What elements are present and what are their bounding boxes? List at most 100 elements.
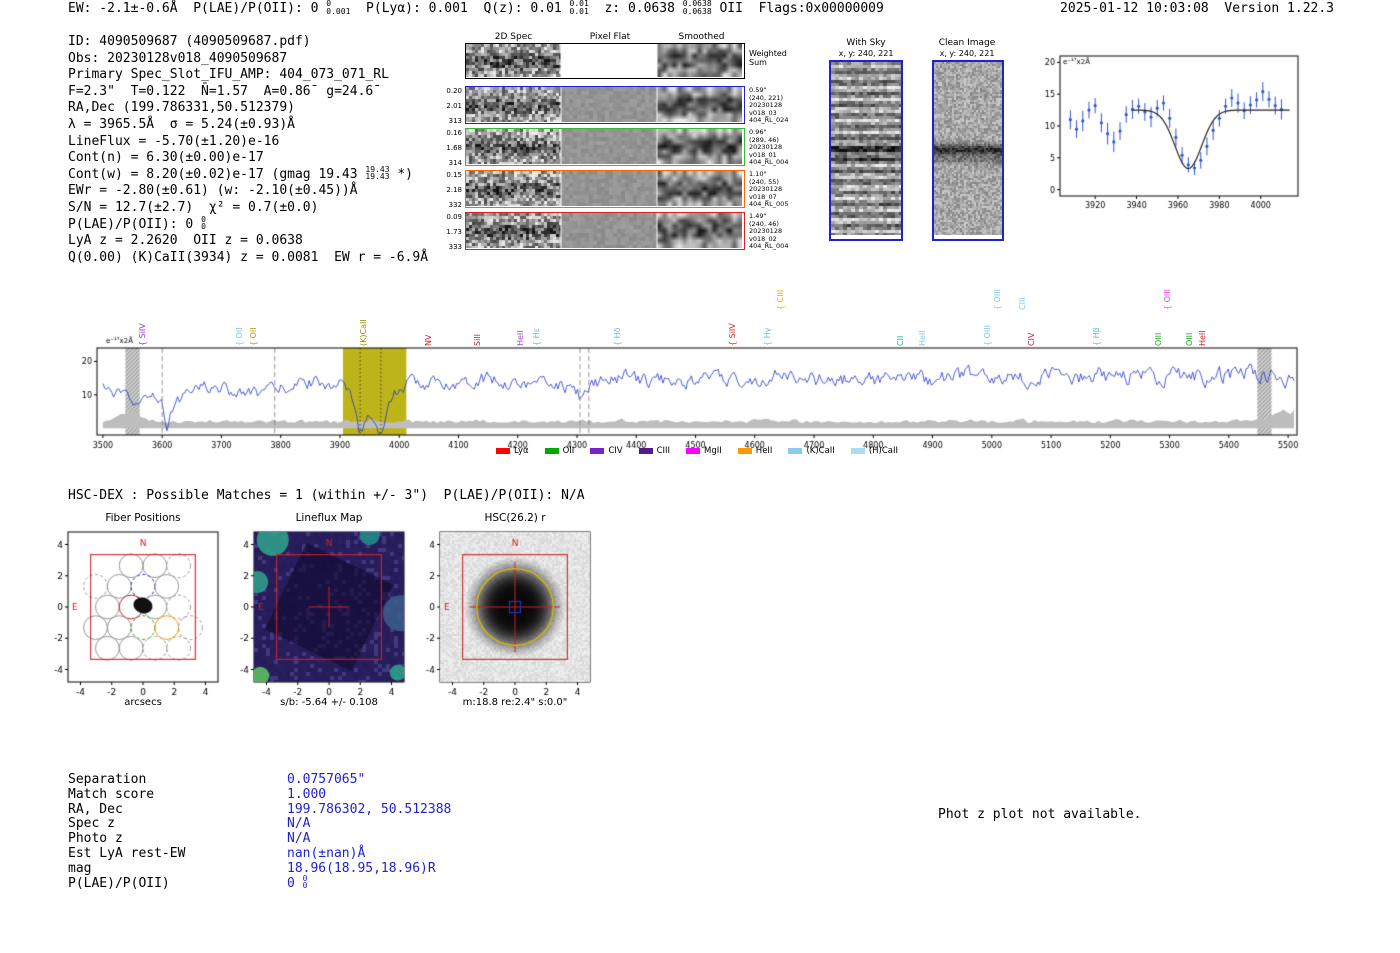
scale-value: 314: [448, 159, 462, 167]
table-row-label: P(LAE)/P(OII): [68, 875, 170, 891]
header-summary-line: EW: -2.1±-0.6Å P(LAE)/P(OII): 0 0 0.001 P…: [68, 0, 884, 18]
info-text: F=2.3" T=0.122 N̄=1.57 A=0.86̄ g=24.6̄: [68, 83, 374, 99]
spectral-line-label: { OIII: [1162, 288, 1172, 310]
scale-value: 333: [448, 243, 462, 251]
scale-value: 0.20: [446, 87, 462, 95]
fiber-positions-title: Fiber Positions: [105, 512, 181, 524]
table-row: Spec z N/A: [68, 816, 310, 832]
fiber-positions-plot: [38, 524, 234, 696]
withsky-image: [831, 62, 901, 235]
scale-value: 0.16: [446, 129, 462, 137]
info-text: LineFlux = -5.70(±1.20)e-16: [68, 133, 280, 149]
spectral-line-label: { Hδ: [612, 327, 622, 346]
legend-label: CIV: [608, 446, 623, 456]
info-text: ID: 4090509687 (4090509687.pdf): [68, 34, 311, 49]
table-row-value: 18.96(18.95,18.96)R: [287, 860, 436, 876]
info-text: Cont(n) = 6.30(±0.00)e-17: [68, 150, 264, 166]
info-line: EWr = -2.80(±0.61) (w: -2.10(±0.45))Å: [68, 183, 428, 200]
spec2d-row: [465, 212, 745, 250]
info-text: Q(0.00) (K)CaII(3934) z = 0.0081 EW r = …: [68, 249, 429, 265]
legend-label: Lyα: [514, 446, 529, 456]
hsc-dex-match-line: HSC-DEX : Possible Matches = 1 (within +…: [68, 488, 585, 503]
table-row-value: 0 00: [287, 873, 308, 891]
line-fit-inset-plot: [1036, 46, 1308, 214]
table-row: Est LyA rest-EW nan(±nan)Å: [68, 845, 365, 861]
spec2d-row-scale-values: 0.09 1.73 333: [436, 212, 462, 252]
header-segment: P(Lyα): 0.001: [350, 1, 484, 16]
main-spectrum-plot: [78, 330, 1313, 458]
detection-info-block: ID: 4090509687 (4090509687.pdf) Obs: 2023…: [68, 34, 428, 266]
info-line: RA,Dec (199.786331,50.512379): [68, 100, 428, 117]
spec2d-col-title-2dspec: 2D Spec: [494, 32, 533, 42]
spec2d-row-annotation: 0.96" (289, 46) 20230128 v018_01 404_RL_…: [749, 128, 789, 167]
legend-label: CIII: [656, 446, 671, 456]
info-line: F=2.3" T=0.122 N̄=1.57 A=0.86̄ g=24.6̄: [68, 84, 428, 101]
legend-swatch: [737, 448, 752, 454]
lineflux-map-xlabel: s/b: -5.64 +/- 0.108: [280, 697, 378, 708]
spec2d-row-annotation: Weighted Sum: [749, 49, 787, 67]
lineflux-map-plot: [224, 524, 420, 696]
scale-value: 2.18: [446, 186, 462, 194]
spectral-line-label: NV: [424, 334, 434, 346]
info-text: λ = 3965.5Å σ = 5.24(±0.93)Å: [68, 116, 295, 132]
spectral-line-label: OIII: [1184, 332, 1194, 346]
info-line: Primary Spec_Slot_IFU_AMP: 404_073_071_R…: [68, 67, 428, 84]
scale-value: 313: [448, 117, 462, 125]
stacked-fraction: 19.43 19.43: [365, 164, 390, 182]
legend-label: HeII: [755, 446, 773, 456]
info-line: Q(0.00) (K)CaII(3934) z = 0.0081 EW r = …: [68, 250, 428, 267]
legend-item: HeII: [737, 446, 773, 456]
scale-value: 2.01: [446, 102, 462, 110]
spec2d-row-annotation: 1.10" (240, 55) 20230128 v018_07 404_RL_…: [749, 170, 789, 209]
spec2d-row-image: [466, 129, 742, 164]
legend-swatch: [686, 448, 701, 454]
spec2d-row: [465, 128, 745, 166]
spec2d-col-title-smoothed: Smoothed: [678, 32, 725, 42]
spectrum-legend: Lyα OII CIV CIII MgII HeII (K)CaII (H)CaII: [97, 446, 1297, 456]
spectral-line-label: { OIII: [982, 324, 992, 346]
spec2d-row-scale-values: 0.15 2.18 332: [436, 170, 462, 210]
scale-value: 1.73: [446, 228, 462, 236]
table-row: Photo z N/A: [68, 831, 310, 847]
info-text: *): [389, 166, 413, 182]
info-text: LyA z = 2.2620 OII z = 0.0638: [68, 233, 303, 249]
table-row: P(LAE)/P(OII) 0 00: [68, 874, 307, 891]
spec2d-row: [465, 43, 745, 79]
legend-item: CIV: [590, 446, 623, 456]
clean-title: Clean Image: [938, 38, 996, 48]
spec2d-col-title-pixelflat: Pixel Flat: [589, 32, 631, 42]
report-page: EW: -2.1±-0.6Å P(LAE)/P(OII): 0 0 0.001 P…: [0, 0, 1400, 953]
header-segment: EW: -2.1±-0.6Å: [68, 1, 194, 16]
info-line: λ = 3965.5Å σ = 5.24(±0.93)Å: [68, 117, 428, 134]
spec2d-row-image: [466, 87, 742, 122]
hsc-cutout-plot: [410, 524, 606, 696]
clean-subtitle: x, y: 240, 221: [939, 49, 995, 58]
legend-label: (H)CaII: [868, 446, 898, 456]
hsc-cutout-xlabel: m:18.8 re:2.4" s:0.0": [462, 697, 568, 708]
spec2d-row-annotation: 0.59" (240, 221) 20230128 v018_03 404_RL…: [749, 86, 789, 125]
spectral-line-label: CIV: [1026, 332, 1036, 346]
info-line: Cont(w) = 8.20(±0.02)e-17 (gmag 19.43 19…: [68, 164, 428, 184]
info-text: S/N = 12.7(±2.7) χ² = 0.7(±0.0): [68, 199, 319, 215]
table-row-label: Photo z: [68, 831, 123, 847]
table-row-label: Est LyA rest-EW: [68, 845, 186, 861]
spectral-line-label: { Hγ: [762, 327, 772, 346]
match-table: Separation 0.0757065" Match score 1.000 RA, …: [68, 772, 451, 891]
clean-image-frame: [932, 60, 1004, 241]
info-text: Primary Spec_Slot_IFU_AMP: 404_073_071_R…: [68, 67, 389, 83]
legend-swatch: [850, 448, 865, 454]
spectral-line-label: (K)CaII: [358, 319, 368, 346]
header-version: Version 1.22.3: [1224, 1, 1334, 16]
spectral-line-label: { CIII: [776, 289, 786, 310]
spectral-line-label: { Hβ: [1091, 327, 1101, 346]
header-segment: P(LAE)/P(OII): 0: [193, 1, 327, 16]
spectral-line-label: { Hε: [532, 328, 542, 346]
stacked-fraction: 00: [302, 873, 308, 891]
scale-value: 1.68: [446, 144, 462, 152]
spec2d-row: [465, 170, 745, 208]
spectral-line-label: { SiIV: [138, 323, 148, 346]
table-row-label: Spec z: [68, 816, 115, 832]
scale-value: 332: [448, 201, 462, 209]
info-line: LineFlux = -5.70(±1.20)e-16: [68, 134, 428, 151]
stacked-fraction: 00: [201, 214, 206, 232]
